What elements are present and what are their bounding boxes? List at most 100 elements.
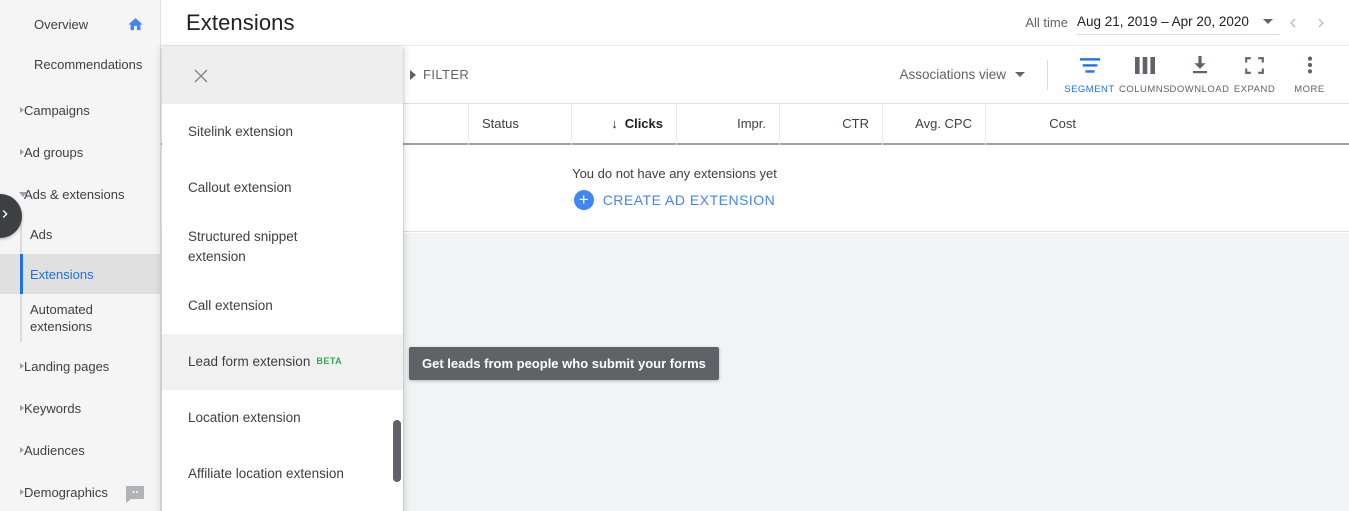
tooltip: Get leads from people who submit your fo…: [409, 347, 719, 380]
extension-option-structured-snippet[interactable]: Structured snippet extension: [162, 216, 403, 278]
sidebar-item-label: Campaigns: [24, 102, 90, 118]
extension-option-label: Callout extension: [188, 180, 292, 195]
chevron-down-icon: [1263, 19, 1273, 24]
sidebar-item-label: Automated extensions: [30, 302, 93, 334]
extension-option-sitelink[interactable]: Sitelink extension: [162, 104, 403, 160]
sidebar-item-ads[interactable]: Ads: [0, 214, 160, 254]
segment-button[interactable]: SEGMENT: [1062, 55, 1117, 95]
segment-label: SEGMENT: [1064, 83, 1115, 95]
extension-option-call[interactable]: Call extension: [162, 278, 403, 334]
sidebar-item-extensions[interactable]: Extensions: [0, 254, 160, 294]
sidebar-item-label: Ads & extensions: [24, 186, 125, 202]
panel-scroll-track[interactable]: [391, 104, 403, 511]
sidebar-item-label: Overview: [34, 16, 89, 32]
chevron-right-icon: [20, 446, 24, 453]
panel-scrollbar-thumb[interactable]: [393, 420, 401, 482]
beta-badge: BETA: [316, 356, 343, 366]
chevron-down-icon: [1015, 72, 1025, 77]
extension-option-label: Location extension: [188, 410, 301, 425]
column-header-ctr[interactable]: CTR: [780, 102, 883, 145]
home-icon: [127, 16, 144, 36]
view-selector-label: Associations view: [899, 67, 1006, 82]
extension-option-lead-form[interactable]: Lead form extension BETA: [162, 334, 403, 390]
extension-option-label: Affiliate location extension: [188, 466, 344, 481]
extension-option-callout[interactable]: Callout extension: [162, 160, 403, 216]
extension-option-label: Lead form extension: [188, 354, 311, 369]
plus-icon: +: [573, 189, 594, 210]
create-ad-extension-label: CREATE AD EXTENSION: [602, 191, 776, 208]
expand-button[interactable]: EXPAND: [1227, 55, 1282, 95]
chevron-right-icon: [20, 404, 24, 411]
sidebar-item-label: Ad groups: [24, 144, 84, 160]
sidebar-item-keywords[interactable]: Keywords: [0, 388, 160, 428]
page-header: Extensions All time Aug 21, 2019 – Apr 2…: [161, 0, 1349, 46]
chevron-right-icon: [20, 148, 24, 155]
sort-descending-icon: ↓: [611, 116, 618, 131]
sidebar-item-recommendations[interactable]: Recommendations: [0, 44, 160, 84]
columns-label: COLUMNS: [1118, 83, 1170, 95]
toolbar-actions: Associations view SEGMENT COLUMNS DOWNLO…: [899, 46, 1337, 103]
sidebar-item-label: Recommendations: [34, 56, 143, 72]
more-button[interactable]: MORE: [1282, 54, 1337, 95]
sidebar-item-label: Ads: [30, 226, 53, 242]
sidebar-item-overview[interactable]: Overview: [0, 4, 160, 44]
column-header-label: Status: [482, 116, 519, 131]
segment-icon: [1079, 57, 1101, 79]
extension-option-label: Sitelink extension: [188, 124, 294, 139]
expand-label: EXPAND: [1233, 83, 1276, 95]
chevron-right-icon: [0, 206, 13, 227]
date-preset-label: All time: [1025, 15, 1068, 30]
view-selector[interactable]: Associations view: [899, 67, 1025, 82]
filter-button[interactable]: FILTER: [410, 67, 469, 82]
left-sidebar: Overview Recommendations Campaigns Ad gr…: [0, 0, 161, 511]
download-button[interactable]: DOWNLOAD: [1170, 54, 1229, 95]
expand-icon: [1245, 56, 1264, 79]
sidebar-item-landing-pages[interactable]: Landing pages: [0, 346, 160, 386]
date-range-picker[interactable]: Aug 21, 2019 – Apr 20, 2020: [1077, 10, 1279, 35]
date-range-value: Aug 21, 2019 – Apr 20, 2020: [1077, 14, 1249, 29]
previous-period-button[interactable]: [1279, 9, 1307, 37]
columns-icon: [1134, 56, 1156, 79]
column-header-status[interactable]: Status: [469, 102, 572, 145]
sidebar-item-label: Demographics: [24, 484, 108, 500]
chevron-right-icon: [410, 69, 416, 80]
column-header-label: Cost: [1049, 116, 1076, 131]
column-header-cost[interactable]: Cost: [986, 103, 1089, 145]
more-label: MORE: [1294, 84, 1325, 95]
extension-type-list: Sitelink extension Callout extension Str…: [162, 104, 403, 502]
extension-option-affiliate-location[interactable]: Affiliate location extension: [162, 446, 403, 502]
more-vert-icon: [1307, 56, 1313, 79]
sidebar-item-ad-groups[interactable]: Ad groups: [0, 132, 160, 172]
feedback-icon[interactable]: [126, 486, 146, 503]
chevron-right-icon: [20, 106, 24, 113]
sidebar-subgroup-ads-extensions: Ads Extensions Automated extensions: [0, 214, 160, 342]
sidebar-item-ads-and-extensions[interactable]: Ads & extensions: [0, 174, 160, 214]
sidebar-item-label: Extensions: [30, 266, 94, 282]
extension-option-label: Call extension: [188, 298, 273, 313]
sidebar-item-audiences[interactable]: Audiences: [0, 430, 160, 470]
column-header-label: CTR: [842, 116, 869, 131]
column-header-label: Avg. CPC: [915, 116, 972, 131]
date-range-control: All time Aug 21, 2019 – Apr 20, 2020: [1025, 0, 1349, 46]
column-header-avg-cpc[interactable]: Avg. CPC: [883, 102, 986, 145]
sidebar-item-label: Audiences: [24, 442, 85, 458]
extension-option-location[interactable]: Location extension: [162, 390, 403, 446]
next-period-button[interactable]: [1307, 9, 1335, 37]
chevron-right-icon: [20, 362, 24, 369]
column-header-label: Clicks: [624, 116, 663, 131]
column-header-clicks[interactable]: ↓ Clicks: [572, 102, 677, 145]
column-header-impr[interactable]: Impr.: [677, 102, 780, 145]
close-icon[interactable]: [189, 64, 213, 88]
toolbar-divider: [1047, 59, 1048, 90]
columns-button[interactable]: COLUMNS: [1117, 55, 1172, 95]
download-icon: [1190, 56, 1210, 79]
create-ad-extension-button[interactable]: + CREATE AD EXTENSION: [573, 189, 776, 210]
chevron-down-icon: [19, 192, 27, 200]
extension-panel-header: [162, 47, 403, 104]
chevron-right-icon: [20, 488, 24, 495]
sidebar-item-automated-extensions[interactable]: Automated extensions: [0, 294, 160, 342]
sidebar-item-label: Landing pages: [24, 358, 110, 374]
sidebar-item-campaigns[interactable]: Campaigns: [0, 90, 160, 130]
page-title: Extensions: [186, 9, 295, 35]
extension-option-label: Structured snippet extension: [188, 229, 298, 264]
